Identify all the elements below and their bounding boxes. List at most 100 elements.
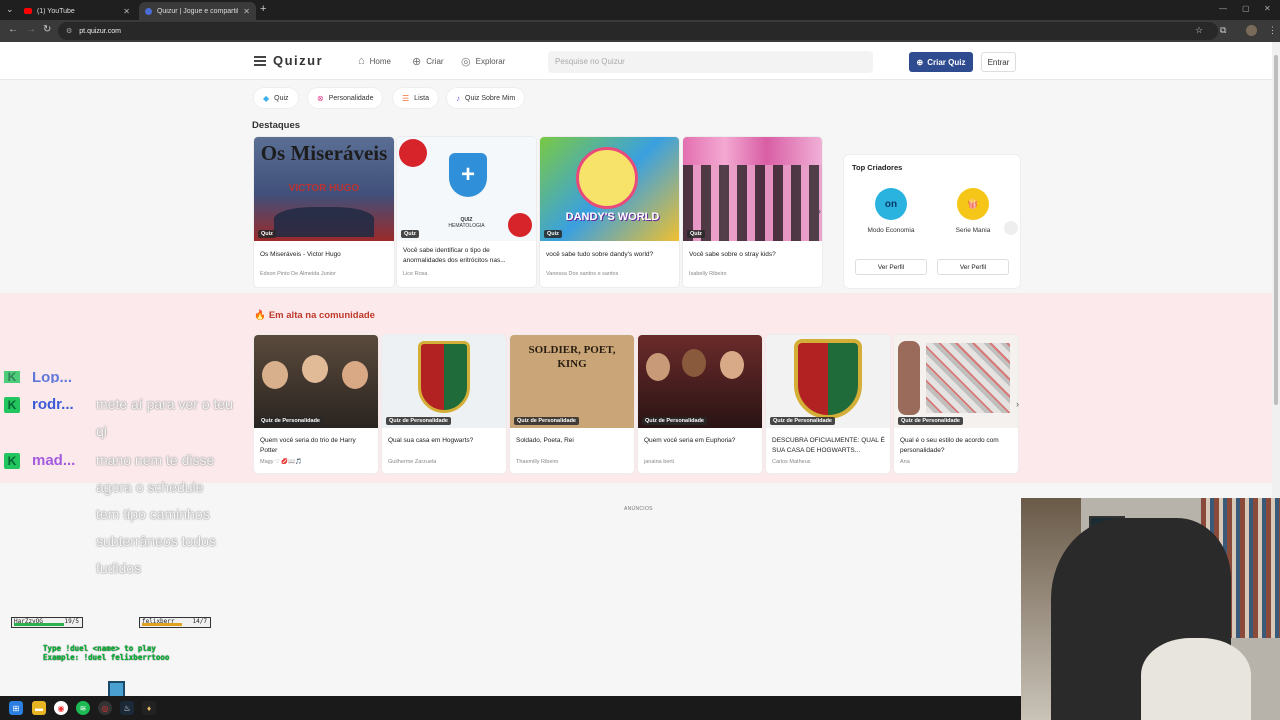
- address-bar[interactable]: ⚙ pt.quizur.com: [58, 22, 1218, 40]
- forward-icon[interactable]: →: [26, 24, 36, 35]
- compass-icon: ◎: [461, 56, 471, 68]
- view-profile-button[interactable]: Ver Perfil: [855, 259, 927, 275]
- login-button[interactable]: Entrar: [981, 52, 1016, 72]
- creator-avatar: 🍿: [957, 188, 989, 220]
- new-tab-button[interactable]: +: [260, 3, 266, 15]
- highlight-card[interactable]: + QUIZ HEMATOLOGIA Quiz Você sabe identi…: [397, 137, 536, 287]
- kick-icon: K: [4, 452, 20, 469]
- nav-explorar[interactable]: ◎ Explorar: [461, 55, 505, 68]
- card-tag: Quiz de Personalidade: [642, 417, 707, 425]
- face: [646, 353, 670, 381]
- nav-home[interactable]: ⌂ Home: [358, 55, 391, 67]
- face: [342, 361, 368, 389]
- chrome-icon[interactable]: ◉: [54, 701, 68, 715]
- card-author: Magy ♡ 💋📖🎵: [260, 459, 302, 465]
- reload-icon[interactable]: ↻: [43, 24, 51, 35]
- close-tab-icon[interactable]: ✕: [123, 7, 130, 16]
- trending-title-row: 🔥 Em alta na comunidade: [254, 310, 375, 321]
- chip-quiz[interactable]: ◆ Quiz: [254, 88, 298, 108]
- profile-avatar[interactable]: [1246, 25, 1257, 36]
- create-quiz-button[interactable]: ⊕ Criar Quiz: [909, 52, 973, 72]
- browser-menu-icon[interactable]: ⋮: [1268, 25, 1277, 36]
- card-tag: Quiz: [687, 230, 705, 238]
- minimize-icon[interactable]: —: [1219, 4, 1227, 13]
- chat-row-partial: K Lop...: [4, 371, 72, 383]
- card-tag: Quiz de Personalidade: [770, 417, 835, 425]
- quizur-logo[interactable]: Quizur: [273, 53, 323, 68]
- hogwarts-crest-icon: [418, 341, 470, 413]
- tab-search-icon[interactable]: ⌄: [6, 4, 14, 15]
- chip-label: Quiz: [274, 94, 289, 102]
- card-thumbnail: [254, 335, 378, 428]
- trending-card[interactable]: Quiz de Personalidade DESCUBRA OFICIALME…: [766, 335, 890, 473]
- quiz-icon: ◆: [263, 93, 270, 103]
- barricade-figure: [274, 207, 374, 237]
- os-taskbar: ⊞ ▬ ◉ ≋ ◎ ♨ ♦: [0, 696, 1021, 720]
- card-author: Vanessa Dos santos e santos: [546, 271, 619, 277]
- chat-username: rodr...: [32, 396, 74, 413]
- back-icon[interactable]: ←: [8, 24, 18, 35]
- card-author: Edson Pinto De Almeida Junior: [260, 271, 336, 277]
- carousel-next-icon[interactable]: ›: [1016, 399, 1019, 409]
- trending-card[interactable]: Quiz de Personalidade Qual é o seu estil…: [894, 335, 1018, 473]
- tab-title: (1) YouTube: [36, 7, 75, 15]
- extensions-icon[interactable]: ⧉: [1220, 25, 1226, 36]
- tab-quizur[interactable]: Quizur | Jogue e compartilhe q ✕: [139, 2, 256, 20]
- card-thumbnail: [638, 335, 762, 428]
- carousel-dot[interactable]: [1004, 221, 1018, 235]
- site-info-icon[interactable]: ⚙: [66, 27, 72, 35]
- creator-name: Serie Mania: [955, 227, 991, 234]
- chat-username: Lop...: [32, 371, 72, 383]
- chip-personalidade[interactable]: ⊗ Personalidade: [308, 88, 383, 108]
- scrollbar-thumb[interactable]: [1274, 55, 1278, 405]
- close-window-icon[interactable]: ✕: [1264, 4, 1271, 13]
- thumbnail-title: Os Miseráveis: [260, 141, 388, 165]
- tab-youtube[interactable]: (1) YouTube ✕: [18, 2, 136, 20]
- thumbnail-title: SOLDIER, POET, KING: [528, 344, 616, 370]
- maximize-icon[interactable]: ▢: [1242, 4, 1250, 13]
- quizur-favicon-icon: [145, 7, 152, 15]
- trending-card[interactable]: Quiz de Personalidade Qual sua casa em H…: [382, 335, 506, 473]
- highlight-card[interactable]: Os Miseráveis VICTOR HUGO Quiz Os Miserá…: [254, 137, 394, 287]
- card-thumbnail: [683, 137, 822, 241]
- obs-icon[interactable]: ◎: [98, 701, 112, 715]
- search-input[interactable]: Pesquise no Quizur: [548, 51, 873, 73]
- windows-start-icon[interactable]: ⊞: [9, 701, 23, 715]
- chat-username: mad...: [32, 452, 76, 469]
- view-profile-button[interactable]: Ver Perfil: [937, 259, 1009, 275]
- highlight-card[interactable]: Quiz Você sabe sobre o stray kids? Isabe…: [683, 137, 822, 287]
- card-title: Qual é o seu estilo de acordo com person…: [900, 437, 999, 454]
- file-explorer-icon[interactable]: ▬: [32, 701, 46, 715]
- chat-message: mete aí para ver o teu qi: [96, 396, 233, 439]
- chip-quiz-sobre-mim[interactable]: ♪ Quiz Sobre Mim: [447, 88, 525, 108]
- trending-card[interactable]: Quiz de Personalidade Quem você seria em…: [638, 335, 762, 473]
- top-creators-title: Top Criadores: [852, 163, 903, 172]
- spotify-icon[interactable]: ≋: [76, 701, 90, 715]
- trending-card[interactable]: SOLDIER, POET, KING Quiz de Personalidad…: [510, 335, 634, 473]
- menu-icon[interactable]: [254, 56, 266, 66]
- bookmark-star-icon[interactable]: ☆: [1195, 25, 1203, 36]
- trending-card[interactable]: Quiz de Personalidade Quem você seria do…: [254, 335, 378, 473]
- card-tag: Quiz de Personalidade: [258, 417, 323, 425]
- card-tag: Quiz: [401, 230, 419, 238]
- url-text: pt.quizur.com: [79, 27, 121, 35]
- health-bar-left: HarZzyOG 19/5: [11, 617, 83, 628]
- highlight-card[interactable]: DANDY'S WORLD Quiz você sabe tudo sobre …: [540, 137, 679, 287]
- plus-circle-icon: ⊕: [412, 56, 422, 68]
- dandy-face: [576, 147, 638, 209]
- hp-fill: [14, 623, 64, 626]
- steam-icon[interactable]: ♨: [120, 701, 134, 715]
- tab-title: Quizur | Jogue e compartilhe q: [156, 7, 238, 15]
- card-tag: Quiz de Personalidade: [386, 417, 451, 425]
- nav-criar[interactable]: ⊕ Criar: [412, 55, 444, 68]
- app-icon[interactable]: ♦: [142, 701, 156, 715]
- chat-message: mano nem te disse agora o schedule tem t…: [96, 452, 216, 576]
- chip-lista[interactable]: ☰ Lista: [393, 88, 438, 108]
- home-icon: ⌂: [358, 55, 365, 67]
- browser-toolbar: ← → ↻ ⚙ pt.quizur.com ☆ ⧉ ⋮: [0, 20, 1280, 42]
- creator-modo-economia[interactable]: on Modo Economia: [856, 188, 926, 234]
- creator-serie-mania[interactable]: 🍿 Serie Mania: [938, 188, 1008, 234]
- carousel-next-icon[interactable]: ›: [818, 206, 821, 216]
- chip-label: Personalidade: [328, 94, 374, 102]
- close-tab-icon[interactable]: ✕: [243, 7, 250, 16]
